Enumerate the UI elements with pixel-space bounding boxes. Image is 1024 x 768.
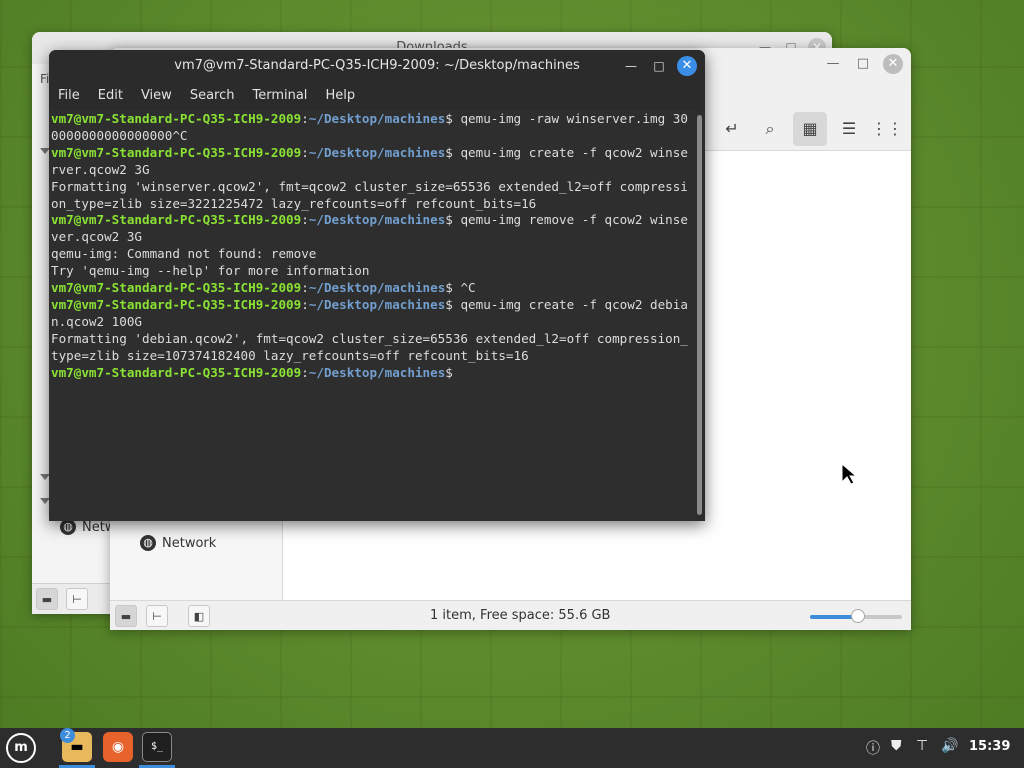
terminal-window[interactable]: vm7@vm7-Standard-PC-Q35-ICH9-2009: ~/Des… bbox=[49, 50, 705, 521]
minimize-icon[interactable]: — bbox=[823, 54, 843, 74]
prompt-separator: : bbox=[301, 280, 309, 296]
maximize-icon[interactable]: □ bbox=[649, 56, 669, 76]
minimize-icon[interactable]: — bbox=[621, 56, 641, 76]
status-text: 1 item, Free space: 55.6 GB bbox=[430, 608, 611, 623]
window-count-badge: 2 bbox=[60, 728, 75, 743]
terminal-output-line: Try 'qemu-img --help' for more informati… bbox=[51, 263, 370, 279]
places-toggle-button[interactable]: ▬ bbox=[115, 605, 137, 627]
prompt-user: vm7@vm7-Standard-PC-Q35-ICH9-2009 bbox=[51, 144, 302, 160]
prompt-path: ~/Desktop/machines bbox=[308, 364, 446, 380]
volume-icon[interactable]: 🔊 bbox=[941, 738, 958, 754]
terminal-title: vm7@vm7-Standard-PC-Q35-ICH9-2009: ~/Des… bbox=[49, 50, 705, 82]
places-toggle-button[interactable]: ▬ bbox=[36, 588, 58, 610]
menu-item-help[interactable]: Help bbox=[316, 82, 364, 110]
terminal-menubar: File Edit View Search Terminal Help bbox=[49, 82, 705, 110]
compact-view-button[interactable]: ⋮⋮ bbox=[870, 112, 904, 146]
terminal-prompt-line: vm7@vm7-Standard-PC-Q35-ICH9-2009:~/Desk… bbox=[51, 111, 695, 145]
globe-icon: ◍ bbox=[140, 535, 156, 551]
menu-item-terminal[interactable]: Terminal bbox=[243, 82, 316, 110]
prompt-user: vm7@vm7-Standard-PC-Q35-ICH9-2009 bbox=[51, 111, 302, 126]
prompt-command: $ bbox=[445, 364, 461, 380]
menu-item-edit[interactable]: Edit bbox=[89, 82, 132, 110]
back-window-fragment: Fi bbox=[40, 72, 50, 86]
prompt-path: ~/Desktop/machines bbox=[308, 212, 446, 228]
shield-icon[interactable]: ⛊ bbox=[891, 738, 902, 754]
prompt-user: vm7@vm7-Standard-PC-Q35-ICH9-2009 bbox=[51, 364, 302, 380]
search-icon[interactable]: ⌕ bbox=[753, 112, 787, 146]
sidebar-item-network[interactable]: ◍ Netw bbox=[60, 519, 115, 535]
terminal-output-line: Formatting 'debian.qcow2', fmt=qcow2 clu… bbox=[51, 330, 688, 363]
prompt-separator: : bbox=[301, 212, 309, 228]
network-icon[interactable]: ⊤ bbox=[916, 738, 928, 754]
update-manager-icon[interactable]: ⓘ bbox=[866, 738, 880, 758]
prompt-user: vm7@vm7-Standard-PC-Q35-ICH9-2009 bbox=[51, 280, 302, 296]
terminal-output-line: qemu-img: Command not found: remove bbox=[51, 246, 317, 262]
status-bar: ▬ ⊢ ◧ 1 item, Free space: 55.6 GB bbox=[110, 600, 911, 630]
globe-icon: ◍ bbox=[60, 519, 76, 535]
maximize-icon[interactable]: □ bbox=[853, 54, 873, 74]
menu-item-search[interactable]: Search bbox=[181, 82, 244, 110]
clock[interactable]: 15:39 bbox=[969, 739, 1010, 754]
close-icon[interactable]: ✕ bbox=[883, 54, 903, 74]
terminal-prompt-line: vm7@vm7-Standard-PC-Q35-ICH9-2009:~/Desk… bbox=[51, 297, 695, 331]
taskbar-panel: m ▬ 2 ◉ $_ ⓘ ⛊ ⊤ 🔊 15:39 bbox=[0, 728, 1024, 768]
prompt-user: vm7@vm7-Standard-PC-Q35-ICH9-2009 bbox=[51, 296, 302, 312]
prompt-path: ~/Desktop/machines bbox=[308, 111, 446, 126]
open-terminal-icon[interactable]: ↵ bbox=[715, 112, 749, 146]
prompt-separator: : bbox=[301, 364, 309, 380]
tree-toggle-button[interactable]: ⊢ bbox=[66, 588, 88, 610]
terminal-output-line: Formatting 'winserver.qcow2', fmt=qcow2 … bbox=[51, 178, 688, 211]
mint-logo-icon[interactable]: m bbox=[6, 733, 36, 763]
prompt-path: ~/Desktop/machines bbox=[308, 280, 446, 296]
terminal-prompt-line: vm7@vm7-Standard-PC-Q35-ICH9-2009:~/Desk… bbox=[51, 365, 695, 382]
terminal-icon[interactable]: $_ bbox=[142, 732, 172, 762]
front-window-controls: — □ ✕ bbox=[823, 54, 903, 74]
terminal-prompt-line: vm7@vm7-Standard-PC-Q35-ICH9-2009:~/Desk… bbox=[51, 280, 695, 297]
tree-toggle-button[interactable]: ⊢ bbox=[146, 605, 168, 627]
prompt-separator: : bbox=[301, 296, 309, 312]
sidebar-item-label: Network bbox=[162, 535, 217, 551]
menu-item-view[interactable]: View bbox=[132, 82, 181, 110]
menu-item-file[interactable]: File bbox=[49, 82, 89, 110]
firefox-icon[interactable]: ◉ bbox=[103, 732, 133, 762]
terminal-scrollbar[interactable] bbox=[697, 115, 702, 515]
sidebar-toggle-button[interactable]: ◧ bbox=[188, 605, 210, 627]
terminal-prompt-line: vm7@vm7-Standard-PC-Q35-ICH9-2009:~/Desk… bbox=[51, 212, 695, 246]
zoom-slider[interactable] bbox=[810, 609, 902, 623]
sidebar-item-network[interactable]: ◍ Network bbox=[140, 535, 216, 551]
prompt-separator: : bbox=[301, 144, 309, 160]
prompt-path: ~/Desktop/machines bbox=[308, 296, 446, 312]
close-icon[interactable]: ✕ bbox=[677, 56, 697, 76]
prompt-separator: : bbox=[301, 111, 309, 126]
list-view-button[interactable]: ☰ bbox=[832, 112, 866, 146]
zoom-slider-knob[interactable] bbox=[850, 609, 865, 623]
icon-view-button[interactable]: ▦ bbox=[793, 112, 827, 146]
terminal-output[interactable]: vm7@vm7-Standard-PC-Q35-ICH9-2009:~/Desk… bbox=[49, 110, 695, 521]
prompt-path: ~/Desktop/machines bbox=[308, 144, 446, 160]
terminal-prompt-line: vm7@vm7-Standard-PC-Q35-ICH9-2009:~/Desk… bbox=[51, 145, 695, 179]
mouse-pointer-icon bbox=[841, 462, 858, 485]
prompt-command: $ ^C bbox=[445, 280, 476, 296]
prompt-user: vm7@vm7-Standard-PC-Q35-ICH9-2009 bbox=[51, 212, 302, 228]
